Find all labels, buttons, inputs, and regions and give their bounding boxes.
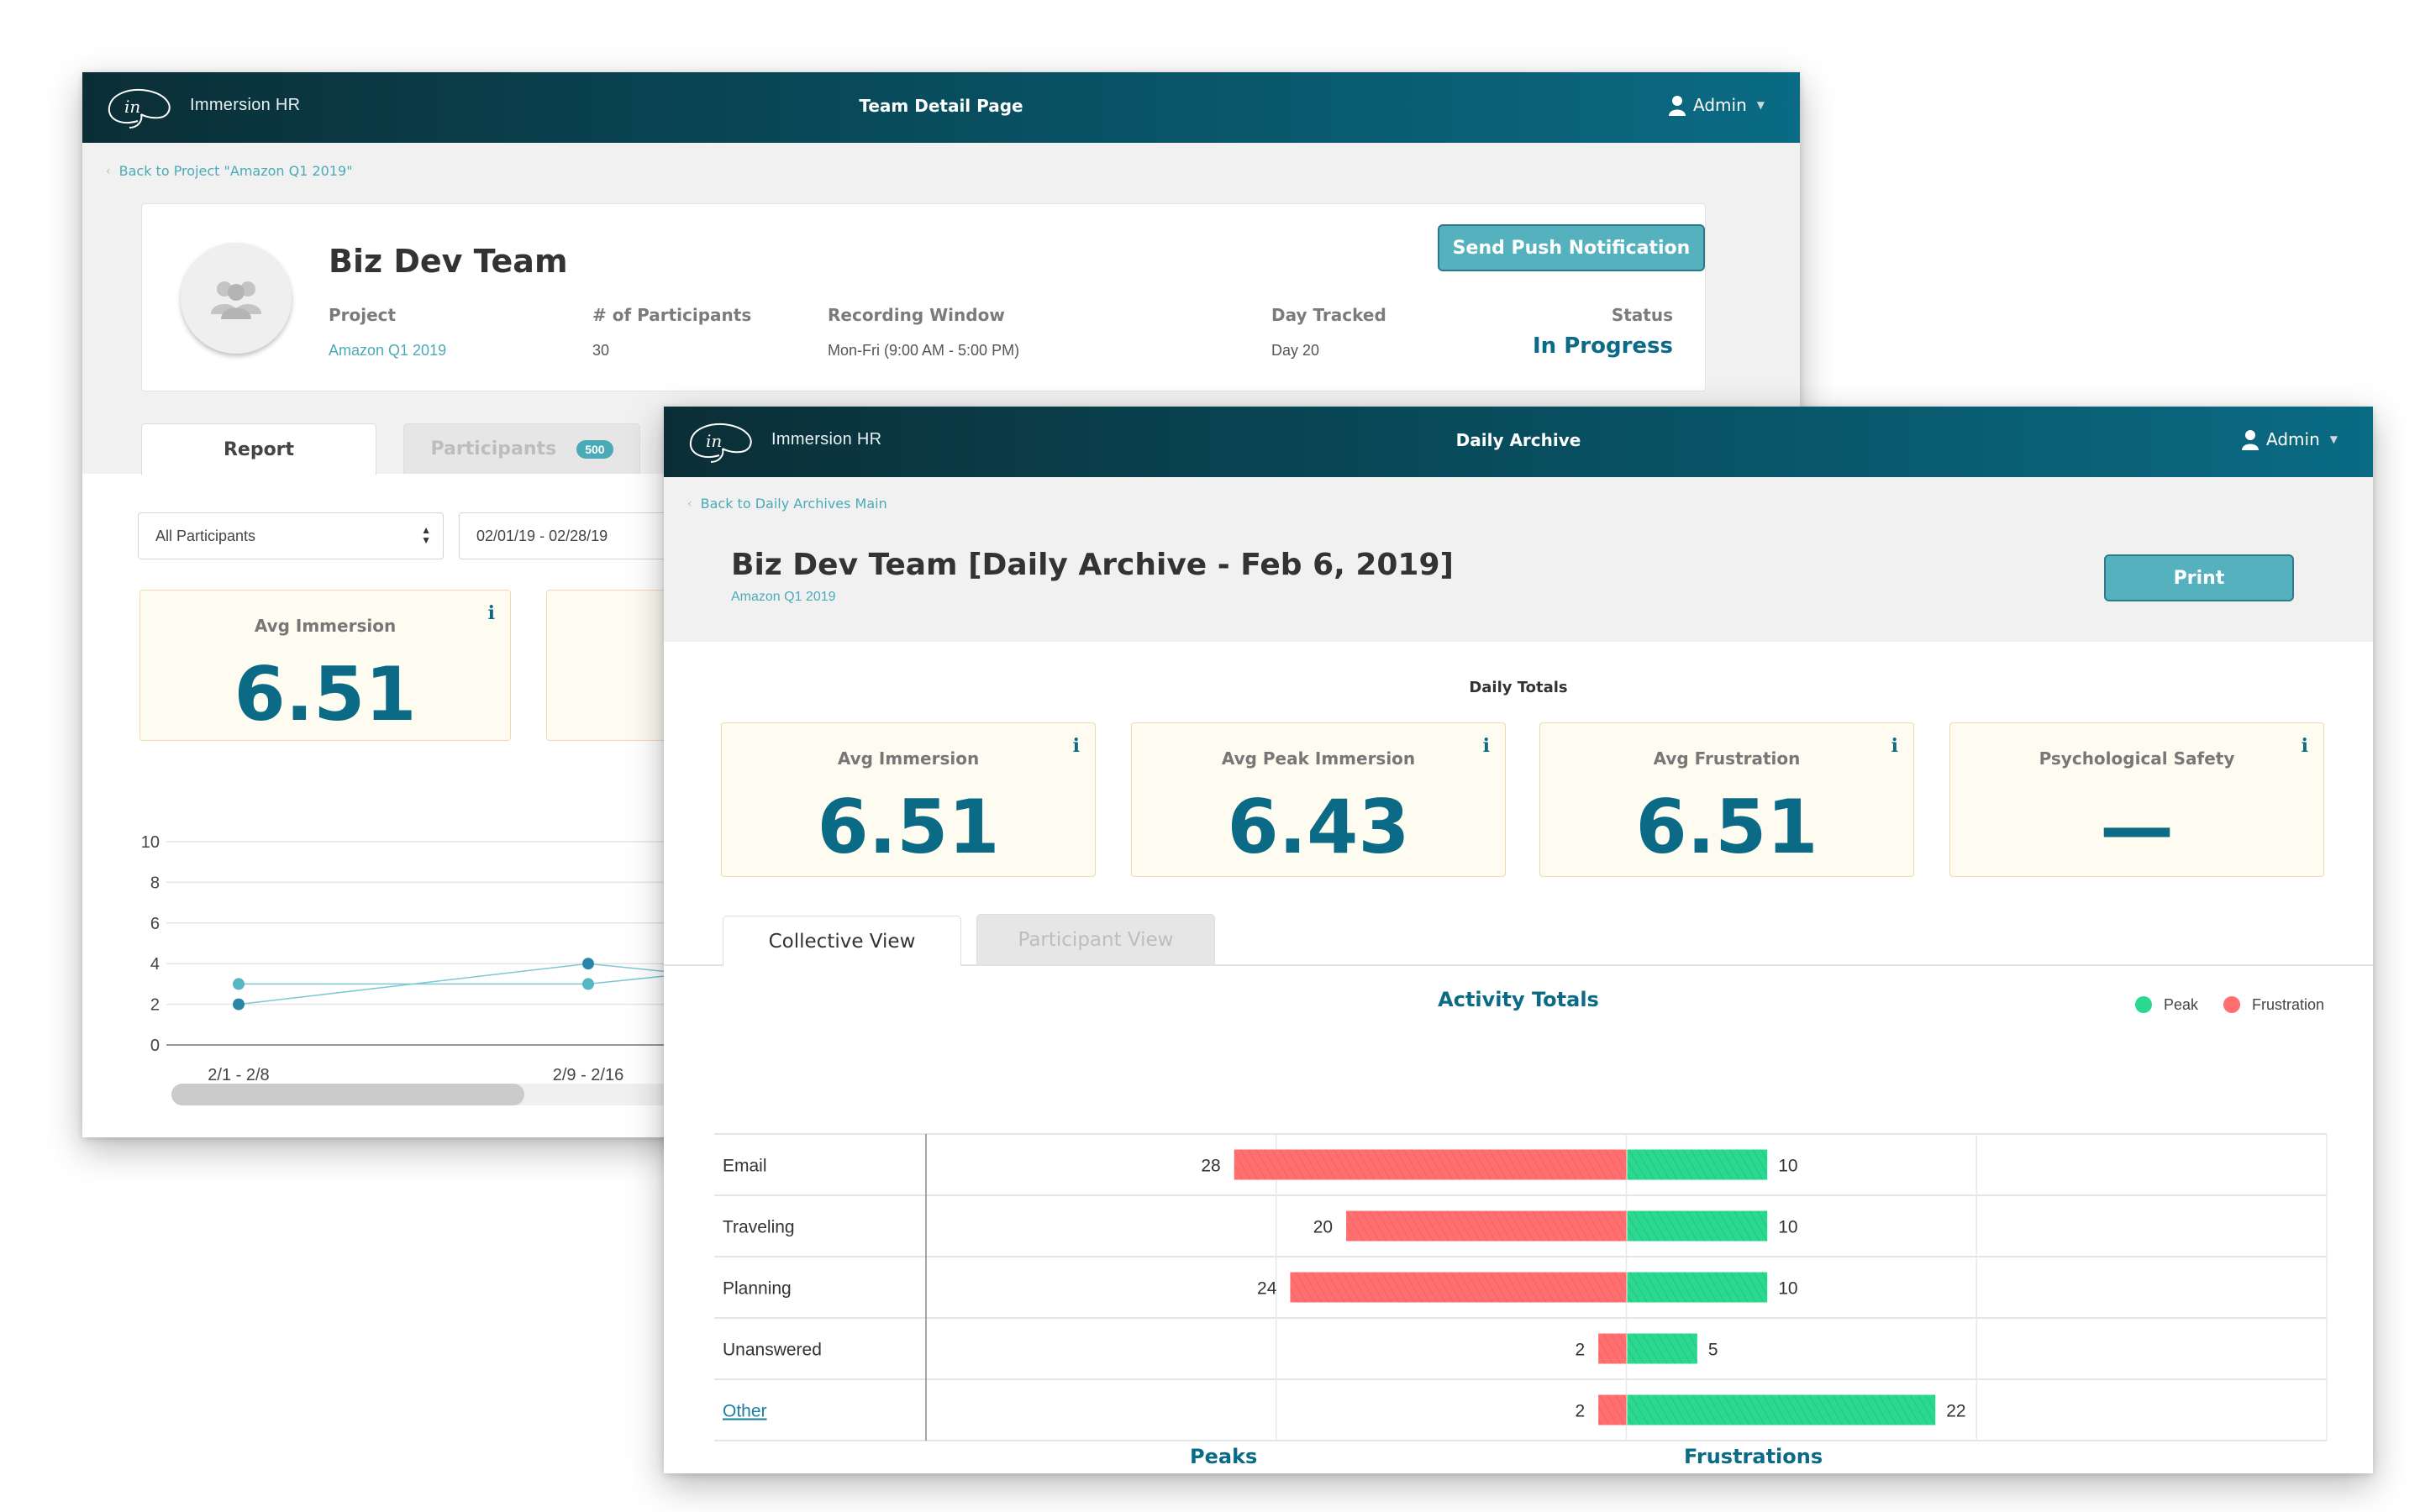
meta-project: Project Amazon Q1 2019 [329,305,446,360]
user-icon [1669,96,1686,116]
team-name: Biz Dev Team [329,243,568,280]
bar-peak [1627,1272,1768,1303]
meta-participants: # of Participants 30 [592,305,751,360]
meta-label: Recording Window [828,305,1005,325]
stat-value: 6.51 [234,651,417,738]
tab-participants[interactable]: Participants 500 [403,423,640,474]
data-point [233,998,245,1011]
data-point [233,978,245,990]
meta-label: # of Participants [592,305,752,325]
data-label-frustration: 2 [1575,1341,1585,1360]
send-push-notification-button[interactable]: Send Push Notification [1438,224,1705,271]
data-label-peak: 10 [1778,1279,1797,1299]
data-point [582,978,594,990]
tab-label: Participants [430,438,557,459]
participants-count-badge: 500 [576,439,613,459]
category-label-traveling: Traveling [723,1218,795,1237]
chart-scrollbar-thumb[interactable] [171,1084,524,1105]
participants-select[interactable]: All Participants ▲ ▼ [138,512,444,559]
admin-menu[interactable]: Admin ▼ [1668,94,1765,116]
top-nav-bar: in Immersion HR Team Detail Page Admin ▼ [82,72,1800,143]
team-avatar [181,243,292,354]
y-tick-label: 6 [150,915,160,933]
bar-frustration [1234,1149,1627,1180]
meta-label: Day Tracked [1271,305,1386,325]
admin-label: Admin [1693,95,1747,115]
data-label-frustration: 2 [1575,1402,1585,1421]
back-link-label: Back to Project "Amazon Q1 2019" [118,163,353,179]
meta-label: Project [329,305,397,325]
stat-card-avg-immersion: Avg Immersion 6.51 i [139,590,511,741]
bar-peak [1627,1210,1768,1242]
category-label-email: Email [723,1157,767,1176]
y-tick-label: 2 [150,996,160,1015]
info-icon[interactable]: i [488,602,495,624]
back-to-project-link[interactable]: ‹ Back to Project "Amazon Q1 2019" [106,163,353,179]
meta-value: Mon-Fri (9:00 AM - 5:00 PM) [828,342,1020,359]
group-icon [211,281,261,319]
status-badge: In Progress [1533,333,1673,359]
bar-peak [1627,1333,1697,1364]
date-range-value: 02/01/19 - 02/28/19 [476,527,608,544]
bar-frustration [1346,1210,1627,1242]
meta-status: Status In Progress [1533,305,1673,359]
series-line-series-b [239,973,687,985]
x-tick-label: 2/9 - 2/16 [553,1066,624,1084]
category-label-unanswered: Unanswered [723,1341,822,1360]
tab-label: Report [223,439,295,460]
select-value: All Participants [155,527,256,544]
page-title: Team Detail Page [859,96,1023,116]
y-tick-label: 0 [150,1037,160,1055]
bar-peak [1627,1394,1936,1425]
meta-day-tracked: Day Tracked Day 20 [1271,305,1386,360]
category-label-planning: Planning [723,1279,792,1299]
meta-value: 30 [592,342,610,359]
data-label-peak: 10 [1778,1218,1797,1237]
data-label-frustration: 20 [1313,1218,1333,1237]
frustrations-label: Frustrations [1684,1445,1823,1468]
bar-frustration [1598,1394,1627,1425]
data-label-peak: 10 [1778,1157,1797,1176]
stat-title: Avg Immersion [254,616,397,636]
meta-recording-window: Recording Window Mon-Fri (9:00 AM - 5:00… [828,305,1019,360]
bar-frustration [1598,1333,1627,1364]
chevron-left-icon: ‹ [106,164,111,178]
data-label-peak: 5 [1708,1341,1718,1360]
data-label-peak: 22 [1946,1402,1965,1421]
trend-line-chart: 10 8 6 4 2 0 2/1 - 2/8 2/9 - 2/16 [141,833,687,1084]
y-tick-label: 10 [141,833,160,852]
daily-archive-window: in Immersion HR Daily Archive Admin ▼ ‹ … [664,407,2373,1473]
bar-frustration [1290,1272,1627,1303]
category-label-other[interactable]: Other [723,1402,767,1421]
meta-value: Day 20 [1271,342,1320,359]
tab-report[interactable]: Report [141,423,376,475]
data-label-frustration: 24 [1257,1279,1277,1299]
select-arrows-icon: ▲ ▼ [421,524,431,546]
data-point [582,958,594,970]
y-tick-label: 8 [150,874,160,892]
date-range-input[interactable]: 02/01/19 - 02/28/19 [459,512,677,559]
meta-label: Status [1611,305,1673,325]
data-label-frustration: 28 [1201,1157,1220,1176]
team-summary-card: Biz Dev Team Send Push Notification Proj… [141,203,1706,391]
x-tick-label: 2/1 - 2/8 [208,1066,269,1084]
y-tick-label: 4 [150,955,160,974]
activity-totals-chart: 5025025+50Email2810Traveling2010Planning… [714,1133,2328,1441]
peaks-label: Peaks [1190,1445,1258,1468]
chevron-down-icon: ▼ [1756,99,1765,111]
project-link[interactable]: Amazon Q1 2019 [329,342,446,360]
bar-peak [1627,1149,1768,1180]
